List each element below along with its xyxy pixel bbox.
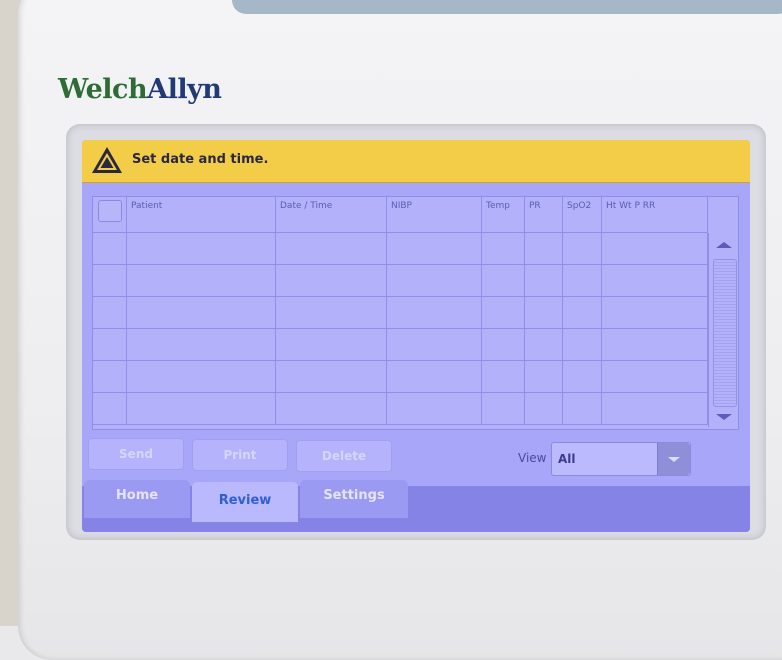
table-cell[interactable] — [563, 361, 602, 393]
table-cell[interactable] — [276, 393, 387, 425]
table-cell[interactable] — [602, 361, 708, 393]
table-cell[interactable] — [602, 297, 708, 329]
tab-bar: Home Review Settings — [82, 480, 750, 532]
table-cell[interactable] — [482, 233, 525, 265]
device-top-window — [232, 0, 782, 14]
chevron-down-icon — [668, 457, 680, 462]
review-table: Patient Date / Time NIBP Temp PR SpO2 Ht Wt P … — [92, 196, 739, 430]
table-cell[interactable] — [482, 297, 525, 329]
column-header[interactable]: PR — [525, 197, 563, 233]
table-cell[interactable] — [525, 265, 563, 297]
table-cell[interactable] — [387, 233, 482, 265]
table-cell[interactable] — [482, 393, 525, 425]
table-cell[interactable] — [127, 393, 276, 425]
column-header[interactable]: NIBP — [387, 197, 482, 233]
print-button[interactable]: Print — [192, 439, 288, 471]
tab-settings[interactable]: Settings — [300, 480, 408, 518]
table-cell[interactable] — [482, 329, 525, 361]
table-cell[interactable] — [127, 361, 276, 393]
table-scrollbar[interactable] — [708, 233, 739, 427]
table-cell[interactable] — [387, 393, 482, 425]
table-cell[interactable] — [602, 233, 708, 265]
delete-button[interactable]: Delete — [296, 440, 392, 472]
table-cell[interactable] — [525, 393, 563, 425]
column-header[interactable]: Temp — [482, 197, 525, 233]
table-cell[interactable] — [127, 329, 276, 361]
touch-screen: Set date and time. Patient Date / Time NIB… — [82, 140, 750, 532]
brand-logo-welch: Welch — [58, 74, 148, 105]
column-header[interactable]: Date / Time — [276, 197, 387, 233]
table-cell[interactable] — [93, 393, 127, 425]
table-cell[interactable] — [276, 297, 387, 329]
table-cell[interactable] — [127, 265, 276, 297]
column-header[interactable]: Patient — [127, 197, 276, 233]
scroll-track[interactable] — [713, 259, 737, 407]
table-cell[interactable] — [93, 265, 127, 297]
table-cell[interactable] — [127, 233, 276, 265]
table-cell[interactable] — [387, 297, 482, 329]
table-cell[interactable] — [387, 361, 482, 393]
select-all-checkbox[interactable] — [98, 200, 122, 222]
view-select-value: All — [558, 452, 576, 466]
table-cell[interactable] — [602, 393, 708, 425]
table-cell[interactable] — [482, 265, 525, 297]
dropdown-button[interactable] — [657, 443, 690, 475]
table-cell[interactable] — [525, 233, 563, 265]
brand-logo-allyn: Allyn — [147, 74, 222, 105]
alert-banner[interactable]: Set date and time. — [82, 140, 750, 183]
send-button[interactable]: Send — [88, 438, 184, 470]
table-cell[interactable] — [276, 265, 387, 297]
table-cell[interactable] — [276, 329, 387, 361]
table-cell[interactable] — [563, 297, 602, 329]
table-cell[interactable] — [525, 361, 563, 393]
warning-triangle-icon — [92, 147, 122, 173]
table-cell[interactable] — [93, 233, 127, 265]
table-cell[interactable] — [563, 233, 602, 265]
table-cell[interactable] — [276, 361, 387, 393]
view-label: View — [518, 451, 547, 465]
brand-logo: WelchAllyn — [58, 74, 222, 105]
table-cell[interactable] — [93, 297, 127, 329]
tab-home[interactable]: Home — [84, 480, 190, 518]
table-cell[interactable] — [93, 361, 127, 393]
column-header[interactable]: SpO2 — [563, 197, 602, 233]
table-cell[interactable] — [602, 329, 708, 361]
table-cell[interactable] — [482, 361, 525, 393]
tab-review[interactable]: Review — [192, 482, 298, 522]
table-cell[interactable] — [525, 297, 563, 329]
table-cell[interactable] — [93, 329, 127, 361]
alert-message: Set date and time. — [132, 152, 269, 167]
table-cell[interactable] — [276, 233, 387, 265]
column-header[interactable]: Ht Wt P RR — [602, 197, 708, 233]
table-cell[interactable] — [525, 329, 563, 361]
view-select[interactable]: All — [551, 442, 691, 476]
scroll-up-icon[interactable] — [712, 235, 736, 255]
scroll-down-icon[interactable] — [712, 407, 736, 427]
table-cell[interactable] — [387, 265, 482, 297]
table-cell[interactable] — [563, 329, 602, 361]
table-cell[interactable] — [127, 297, 276, 329]
table-cell[interactable] — [563, 265, 602, 297]
table-cell[interactable] — [563, 393, 602, 425]
table-cell[interactable] — [387, 329, 482, 361]
table-cell[interactable] — [602, 265, 708, 297]
